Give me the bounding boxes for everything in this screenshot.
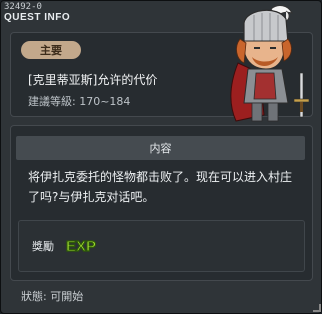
quest-title: [克里蒂亚斯]允许的代价 <box>28 73 158 87</box>
quest-description: 将伊扎克委托的怪物都击败了。现在可以进入村庄了吗?与伊扎克对话吧。 <box>28 170 293 204</box>
recommended-level: 建議等級: 170~184 <box>28 95 131 108</box>
window-title[interactable]: QUEST INFO <box>4 12 70 23</box>
quest-type-badge: 主要 <box>21 41 81 59</box>
exp-icon: EXP <box>65 237 96 254</box>
exp-icon-text: EXP <box>66 238 96 254</box>
reward-panel <box>18 220 305 272</box>
quest-status: 狀態: 可開始 <box>21 290 84 303</box>
resize-handle[interactable] <box>313 304 321 312</box>
quest-info-window: 32492-0 QUEST INFO 主要 [克里蒂亚斯]允许的代价 建議等級:… <box>0 0 322 314</box>
quest-id: 32492-0 <box>4 2 42 12</box>
content-header: 内容 <box>16 136 305 160</box>
knight-npc-portrait-icon <box>230 5 310 122</box>
reward-label: 獎勵 <box>32 240 54 253</box>
